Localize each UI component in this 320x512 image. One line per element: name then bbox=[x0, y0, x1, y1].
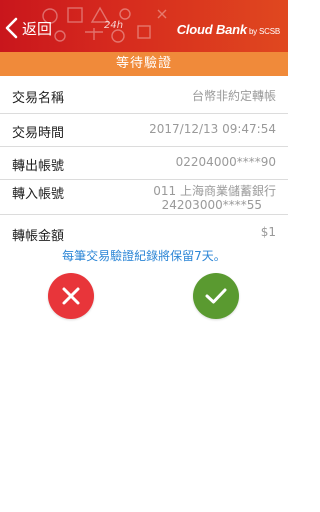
detail-value: $1 bbox=[260, 225, 276, 239]
detail-value: 02204000****90 bbox=[175, 155, 276, 169]
reject-button[interactable] bbox=[48, 273, 94, 319]
detail-row-from-account: 轉出帳號 02204000****90 bbox=[0, 147, 288, 180]
brand-name: Cloud Bank bbox=[176, 22, 247, 37]
detail-value-bank: 011 上海商業儲蓄銀行 bbox=[153, 184, 276, 198]
detail-value-account: 24203000****55 bbox=[161, 198, 262, 212]
check-icon bbox=[205, 288, 227, 304]
detail-label: 交易名稱 bbox=[12, 91, 65, 106]
detail-value: 2017/12/13 09:47:54 bbox=[149, 122, 276, 136]
approve-button[interactable] bbox=[193, 273, 239, 319]
detail-row-transaction-time: 交易時間 2017/12/13 09:47:54 bbox=[0, 114, 288, 147]
chevron-left-icon bbox=[5, 17, 18, 39]
retention-notice: 每筆交易驗證紀錄將保留7天。 bbox=[62, 249, 226, 263]
brand-by: by SCSB bbox=[248, 27, 280, 36]
detail-label: 交易時間 bbox=[12, 126, 65, 141]
close-icon bbox=[62, 287, 80, 305]
detail-label: 轉出帳號 bbox=[12, 159, 65, 174]
transaction-details: 交易名稱 台幣非約定轉帳 交易時間 2017/12/13 09:47:54 轉出… bbox=[0, 76, 288, 248]
detail-row-transaction-name: 交易名稱 台幣非約定轉帳 bbox=[0, 76, 288, 114]
back-label: 返回 bbox=[22, 19, 53, 38]
detail-label: 轉入帳號 bbox=[12, 187, 65, 202]
detail-row-to-account: 轉入帳號 011 上海商業儲蓄銀行 24203000****55 bbox=[0, 180, 288, 215]
detail-value: 台幣非約定轉帳 bbox=[191, 89, 276, 103]
back-button[interactable]: 返回 bbox=[4, 16, 52, 40]
app-header: 返回 24h Cloud Bank by SCSB bbox=[0, 0, 288, 52]
detail-row-amount: 轉帳金額 $1 bbox=[0, 215, 288, 248]
page-title: 等待驗證 bbox=[0, 52, 288, 76]
detail-label: 轉帳金額 bbox=[12, 229, 65, 244]
24h-badge: 24h bbox=[104, 20, 124, 31]
brand-logo: Cloud Bank by SCSB bbox=[177, 22, 280, 37]
